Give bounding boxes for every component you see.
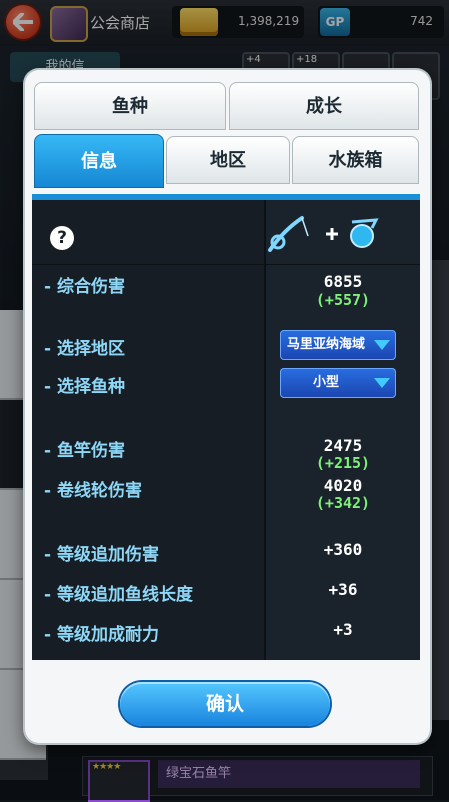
reel-damage-value: 4020 [323, 476, 363, 495]
total-damage-bonus: (+557) [315, 291, 371, 309]
total-damage-value: 6855 [323, 272, 363, 291]
tab-info[interactable]: 信息 [34, 134, 164, 188]
info-panel: ? - 综合伤害 6855 (+557) - 选择地区 马里亚纳海域 - 选择鱼… [32, 194, 420, 662]
rod-plus-reel-icon [268, 216, 379, 252]
rod-damage-value: 2475 [323, 436, 363, 455]
rod-damage-bonus: (+215) [315, 454, 371, 472]
level-damage-label: - 等级追加伤害 [44, 545, 159, 565]
confirm-button[interactable]: 确认 [120, 682, 330, 726]
tab-growth[interactable]: 成长 [229, 82, 419, 130]
level-line-value: +36 [328, 580, 358, 599]
tab-aquarium[interactable]: 水族箱 [292, 136, 419, 184]
reel-damage-label: - 卷线轮伤害 [44, 481, 142, 501]
tab-region[interactable]: 地区 [166, 136, 290, 184]
reel-damage-bonus: (+342) [315, 494, 371, 512]
fish-size-dropdown[interactable]: 小型 [280, 368, 396, 398]
chevron-down-icon [374, 378, 390, 388]
level-damage-value: +360 [323, 540, 363, 559]
level-durability-label: - 等级加成耐力 [44, 625, 159, 645]
rod-damage-label: - 鱼竿伤害 [44, 441, 125, 461]
tab-fish-species[interactable]: 鱼种 [34, 82, 226, 130]
region-selected: 马里亚纳海域 [286, 337, 365, 352]
total-damage-label: - 综合伤害 [44, 277, 125, 297]
region-dropdown[interactable]: 马里亚纳海域 [280, 330, 396, 360]
select-region-label: - 选择地区 [44, 339, 125, 359]
level-durability-value: +3 [333, 620, 353, 639]
level-line-label: - 等级追加鱼线长度 [44, 585, 193, 605]
row-divider [32, 264, 420, 265]
help-icon[interactable]: ? [50, 226, 74, 250]
chevron-down-icon [374, 340, 390, 350]
select-fish-label: - 选择鱼种 [44, 377, 125, 397]
fish-size-selected: 小型 [312, 375, 339, 390]
